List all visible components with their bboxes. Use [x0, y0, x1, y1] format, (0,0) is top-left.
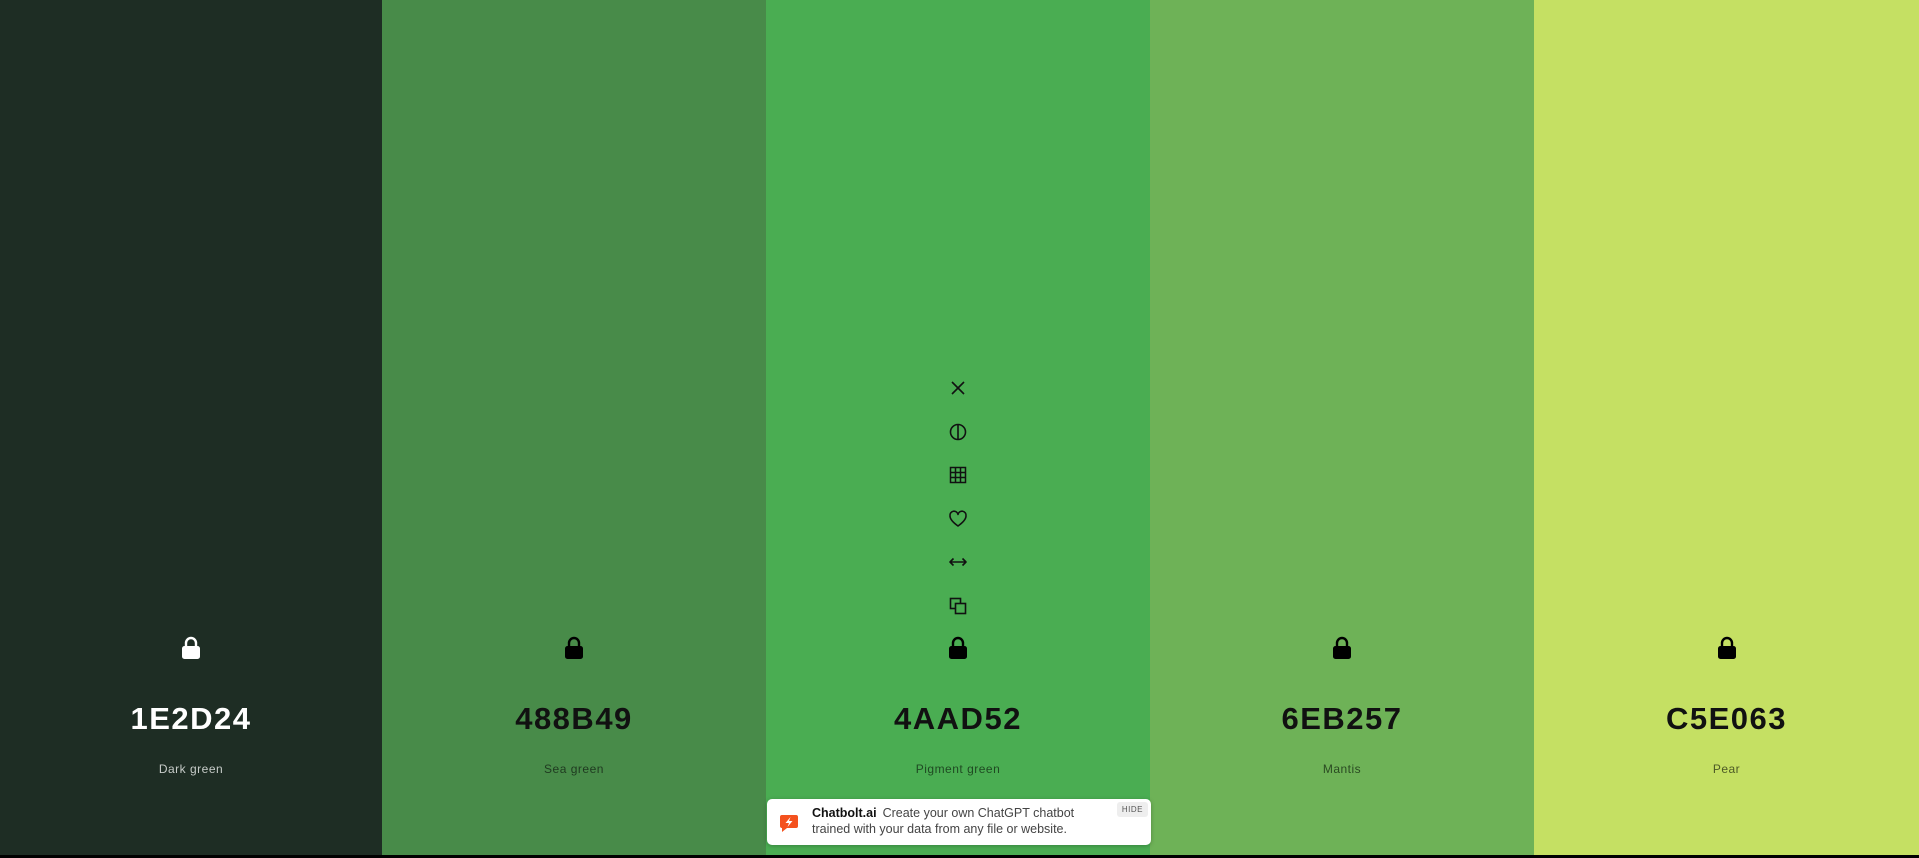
- lock-icon[interactable]: [1716, 636, 1738, 660]
- color-hex[interactable]: 488B49: [382, 701, 766, 737]
- lock-icon[interactable]: [563, 636, 585, 660]
- hide-ad-button[interactable]: HIDE: [1116, 802, 1148, 817]
- color-swatch-3[interactable]: 4AAD52 Pigment green: [766, 0, 1150, 855]
- color-swatch-2[interactable]: 488B49 Sea green: [382, 0, 766, 855]
- color-swatch-5[interactable]: C5E063 Pear: [1534, 0, 1919, 855]
- color-hex[interactable]: 4AAD52: [766, 701, 1150, 737]
- color-hex[interactable]: C5E063: [1534, 701, 1919, 737]
- shades-icon[interactable]: [946, 463, 970, 487]
- lock-icon[interactable]: [947, 636, 969, 660]
- remove-icon[interactable]: [946, 376, 970, 400]
- color-name[interactable]: Sea green: [382, 762, 766, 776]
- color-palette: 1E2D24 Dark green 488B49 Sea green 4AAD5…: [0, 0, 1919, 855]
- color-name[interactable]: Pigment green: [766, 762, 1150, 776]
- color-name[interactable]: Mantis: [1150, 762, 1534, 776]
- contrast-icon[interactable]: [946, 420, 970, 444]
- color-name[interactable]: Dark green: [0, 762, 382, 776]
- swatch-toolbar: [943, 376, 973, 637]
- favorite-icon[interactable]: [946, 507, 970, 531]
- drag-icon[interactable]: [946, 550, 970, 574]
- color-hex[interactable]: 1E2D24: [0, 701, 382, 737]
- copy-icon[interactable]: [946, 594, 970, 618]
- lock-icon[interactable]: [180, 636, 202, 660]
- lock-icon[interactable]: [1331, 636, 1353, 660]
- ad-copy: Chatbolt.ai Create your own ChatGPT chatb…: [812, 805, 1102, 837]
- color-name[interactable]: Pear: [1534, 762, 1919, 776]
- color-swatch-1[interactable]: 1E2D24 Dark green: [0, 0, 382, 855]
- color-swatch-4[interactable]: 6EB257 Mantis: [1150, 0, 1534, 855]
- ad-brand: Chatbolt.ai: [812, 806, 877, 820]
- lightning-bolt-icon: [780, 815, 798, 832]
- chatbolt-ad-banner[interactable]: Chatbolt.ai Create your own ChatGPT chatb…: [767, 799, 1151, 845]
- color-hex[interactable]: 6EB257: [1150, 701, 1534, 737]
